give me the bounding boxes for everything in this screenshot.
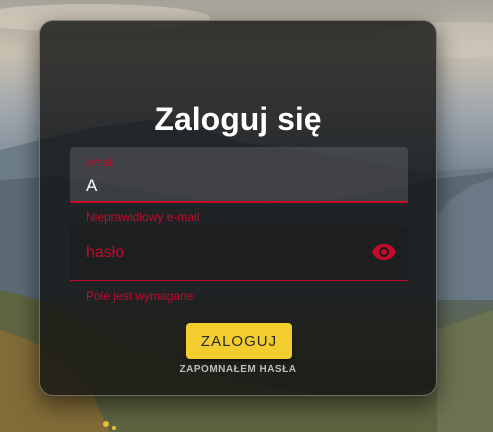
email-input[interactable]: A [86, 176, 97, 196]
page-title: Zaloguj się [154, 101, 322, 137]
forgot-password-link[interactable]: ZAPOMNAŁEM HASŁA [40, 364, 436, 375]
password-label: hasło [86, 244, 125, 261]
email-error: Nieprawidłowy e-mail [86, 210, 200, 224]
login-card: Zaloguj się email A Nieprawidłowy e-mail… [39, 20, 437, 396]
login-page: Zaloguj się email A Nieprawidłowy e-mail… [0, 0, 493, 432]
login-button[interactable]: ZALOGUJ [186, 323, 292, 359]
eye-icon[interactable] [372, 242, 396, 262]
email-label: email [86, 155, 115, 169]
password-field[interactable]: hasło [70, 225, 408, 281]
password-error: Pole jest wymagane [86, 289, 194, 303]
email-field[interactable]: email A [70, 147, 408, 203]
